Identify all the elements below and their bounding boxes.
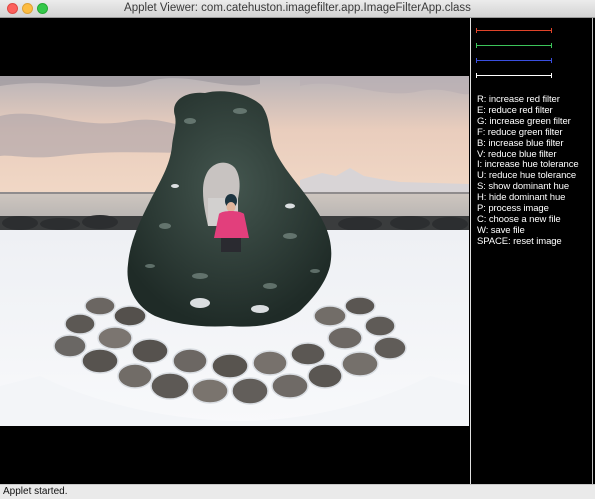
slider-end-marker bbox=[551, 28, 552, 33]
slider-end-marker bbox=[551, 73, 552, 78]
red-filter-track bbox=[477, 30, 551, 31]
status-bar: Applet started. bbox=[0, 484, 595, 499]
red-filter-slider[interactable] bbox=[476, 28, 552, 33]
slider-end-marker bbox=[551, 43, 552, 48]
green-filter-track bbox=[477, 45, 551, 46]
instruction-line: F: reduce green filter bbox=[477, 126, 563, 138]
blue-filter-slider[interactable] bbox=[476, 58, 552, 63]
slider-end-marker bbox=[551, 58, 552, 63]
slider-end-marker bbox=[476, 58, 477, 63]
loaded-image bbox=[0, 76, 469, 426]
slider-end-marker bbox=[476, 43, 477, 48]
green-filter-slider[interactable] bbox=[476, 43, 552, 48]
window-title: Applet Viewer: com.catehuston.imagefilte… bbox=[124, 2, 471, 14]
slider-end-marker bbox=[476, 28, 477, 33]
status-text: Applet started. bbox=[3, 486, 68, 497]
slider-end-marker bbox=[476, 73, 477, 78]
hue-tolerance-track bbox=[477, 75, 551, 76]
blue-filter-track bbox=[477, 60, 551, 61]
window-titlebar[interactable]: Applet Viewer: com.catehuston.imagefilte… bbox=[0, 0, 595, 18]
instruction-line: B: increase blue filter bbox=[477, 137, 564, 149]
applet-canvas[interactable]: R: increase red filter E: reduce red fil… bbox=[0, 18, 595, 484]
control-panel: R: increase red filter E: reduce red fil… bbox=[470, 18, 593, 484]
instruction-line: SPACE: reset image bbox=[477, 235, 562, 247]
hue-tolerance-slider[interactable] bbox=[476, 73, 552, 78]
keyboard-instructions: R: increase red filter E: reduce red fil… bbox=[477, 94, 579, 248]
